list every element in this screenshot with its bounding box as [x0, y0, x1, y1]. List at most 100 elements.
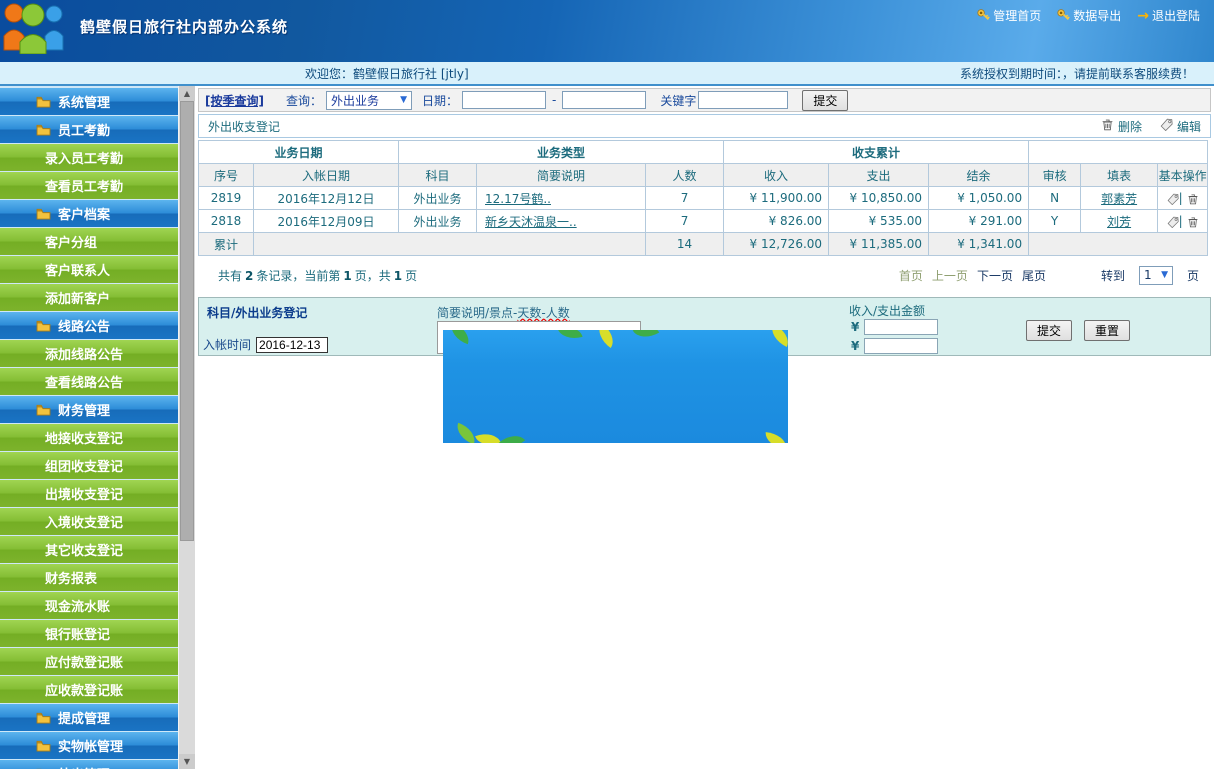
edit-button[interactable]: 编辑 — [1160, 118, 1201, 135]
sidebar-item-customer-contacts[interactable]: 客户联系人 — [0, 256, 178, 283]
filler-link[interactable]: 刘芳 — [1107, 215, 1131, 229]
keyword-label: 关键字 — [660, 93, 697, 108]
chevron-down-icon: ▼ — [400, 95, 407, 105]
sidebar-item-local-income-expense[interactable]: 地接收支登记 — [0, 424, 178, 451]
sidebar-item-route-notice[interactable]: 线路公告 — [0, 312, 178, 339]
leaf-icon — [447, 330, 473, 345]
date-to-input[interactable] — [562, 91, 647, 109]
sidebar-item-outbound-income-expense[interactable]: 出境收支登记 — [0, 480, 178, 507]
sidebar-item-receivable-ledger[interactable]: 应收款登记账 — [0, 676, 178, 703]
table-column-header-row: 序号 入帐日期 科目 简要说明 人数 收入 支出 结余 审核 填表 基本操作 — [198, 163, 1209, 187]
sidebar-item-payable-ledger[interactable]: 应付款登记账 — [0, 648, 178, 675]
summary-link[interactable]: 新乡天沐温泉一.. — [485, 215, 577, 229]
col-people: 人数 — [645, 163, 725, 187]
sidebar-item-enter-attendance[interactable]: 录入员工考勤 — [0, 144, 178, 171]
currency-symbol: ¥ — [851, 320, 860, 334]
sidebar-item-view-route-notice[interactable]: 查看线路公告 — [0, 368, 178, 395]
delete-button[interactable]: 删除 — [1101, 118, 1142, 135]
last-page-link[interactable]: 尾页 — [1022, 267, 1046, 284]
income-amount-input[interactable] — [864, 319, 939, 335]
season-query-link[interactable]: [按季查询] — [205, 92, 264, 109]
col-audit: 审核 — [1028, 163, 1082, 187]
trash-icon[interactable] — [1187, 191, 1199, 205]
sidebar-item-system-mgmt[interactable]: 系统管理 — [0, 88, 178, 115]
col-balance: 结余 — [928, 163, 1030, 187]
filler-link[interactable]: 郭素芳 — [1101, 192, 1137, 206]
sidebar-item-physical-account-mgmt[interactable]: 实物帐管理 — [0, 732, 178, 759]
col-filler: 填表 — [1080, 163, 1159, 187]
scroll-down-icon[interactable]: ▼ — [179, 754, 195, 769]
folder-icon — [36, 404, 51, 416]
currency-symbol: ¥ — [851, 339, 860, 353]
goto-suffix: 页 — [1186, 268, 1199, 283]
folder-icon — [36, 712, 51, 724]
people-logo-icon — [2, 2, 68, 57]
sidebar-item-outing-mgmt[interactable]: 外出管理 — [0, 760, 178, 769]
leaf-icon — [557, 330, 583, 343]
scrollbar-thumb[interactable] — [180, 101, 194, 541]
folder-icon — [36, 96, 51, 108]
logout-link[interactable]: → 退出登陆 — [1137, 7, 1200, 24]
sidebar-item-customer-files[interactable]: 客户档案 — [0, 200, 178, 227]
col-subject: 科目 — [398, 163, 478, 187]
goto-label: 转到 — [1100, 268, 1125, 283]
trash-icon[interactable] — [1187, 214, 1199, 228]
first-page-link[interactable]: 首页 — [899, 267, 923, 284]
table-total-row: 累计 14 ¥ 12,726.00 ¥ 11,385.00 ¥ 1,341.00 — [198, 232, 1209, 256]
sidebar-item-attendance[interactable]: 员工考勤 — [0, 116, 178, 143]
col-entry-date: 入帐日期 — [252, 163, 400, 187]
group-header-totals: 收支累计 — [723, 140, 1030, 164]
data-export-link[interactable]: 数据导出 — [1057, 7, 1121, 24]
tag-icon[interactable] — [1167, 191, 1179, 205]
leaf-icon — [592, 330, 620, 348]
sidebar-item-group-income-expense[interactable]: 组团收支登记 — [0, 452, 178, 479]
leaf-icon — [766, 330, 788, 347]
chevron-down-icon: ▼ — [1161, 270, 1168, 280]
welcome-text: 欢迎您：鹤壁假日旅行社 [jtly] — [305, 66, 469, 81]
admin-home-link[interactable]: 管理首页 — [977, 7, 1041, 24]
key-icon — [977, 8, 990, 24]
sidebar-item-other-income-expense[interactable]: 其它收支登记 — [0, 536, 178, 563]
col-summary: 简要说明 — [476, 163, 647, 187]
sidebar-item-customer-groups[interactable]: 客户分组 — [0, 228, 178, 255]
scroll-up-icon[interactable]: ▲ — [179, 86, 195, 101]
group-header-business-type: 业务类型 — [398, 140, 725, 164]
sidebar-item-add-customer[interactable]: 添加新客户 — [0, 284, 178, 311]
sidebar-item-cash-journal[interactable]: 现金流水账 — [0, 592, 178, 619]
sidebar-scrollbar[interactable]: ▲ ▼ — [178, 86, 195, 769]
tag-icon[interactable] — [1167, 214, 1179, 228]
next-page-link[interactable]: 下一页 — [977, 267, 1013, 284]
main-content: [按季查询] 查询： 外出业务 ▼ 日期： - 关键字 提交 外出收支登记 删除 — [195, 86, 1214, 769]
expense-amount-input[interactable] — [864, 338, 939, 354]
sidebar-item-commission-mgmt[interactable]: 提成管理 — [0, 704, 178, 731]
leaf-icon — [764, 432, 788, 443]
form-submit-button[interactable]: 提交 — [1026, 320, 1073, 341]
date-from-input[interactable] — [462, 91, 547, 109]
sidebar-item-bank-ledger[interactable]: 银行账登记 — [0, 620, 178, 647]
sidebar-item-inbound-income-expense[interactable]: 入境收支登记 — [0, 508, 178, 535]
folder-icon — [36, 320, 51, 332]
app-title: 鹤壁假日旅行社内部办公系统 — [80, 18, 289, 36]
leaf-icon — [632, 330, 660, 344]
query-submit-button[interactable]: 提交 — [802, 89, 849, 111]
sidebar: 系统管理 员工考勤 录入员工考勤 查看员工考勤 客户档案 客户分组 客户联系人 … — [0, 86, 178, 769]
sidebar-item-finance-report[interactable]: 财务报表 — [0, 564, 178, 591]
entry-time-input[interactable] — [256, 336, 329, 353]
sidebar-item-finance-mgmt[interactable]: 财务管理 — [0, 396, 178, 423]
business-type-select[interactable]: 外出业务 ▼ — [326, 90, 412, 110]
sidebar-item-add-route-notice[interactable]: 添加线路公告 — [0, 340, 178, 367]
goto-page-select[interactable]: 1 ▼ — [1138, 265, 1173, 285]
logout-arrow-icon: → — [1137, 7, 1149, 24]
sidebar-item-view-attendance[interactable]: 查看员工考勤 — [0, 172, 178, 199]
app-banner: 鹤壁假日旅行社内部办公系统 管理首页 数据导出 → 退出登陆 — [0, 0, 1214, 62]
folder-icon — [36, 124, 51, 136]
summary-link[interactable]: 12.17号鹤.. — [485, 192, 551, 206]
keyword-input[interactable] — [698, 91, 789, 109]
group-header-business-date: 业务日期 — [197, 140, 400, 164]
col-income: 收入 — [723, 163, 830, 187]
flash-banner-image — [443, 330, 788, 443]
tag-icon — [1160, 118, 1173, 134]
amount-label: 收入/支出金额 — [849, 304, 926, 318]
prev-page-link[interactable]: 上一页 — [932, 267, 968, 284]
form-reset-button[interactable]: 重置 — [1084, 320, 1131, 341]
